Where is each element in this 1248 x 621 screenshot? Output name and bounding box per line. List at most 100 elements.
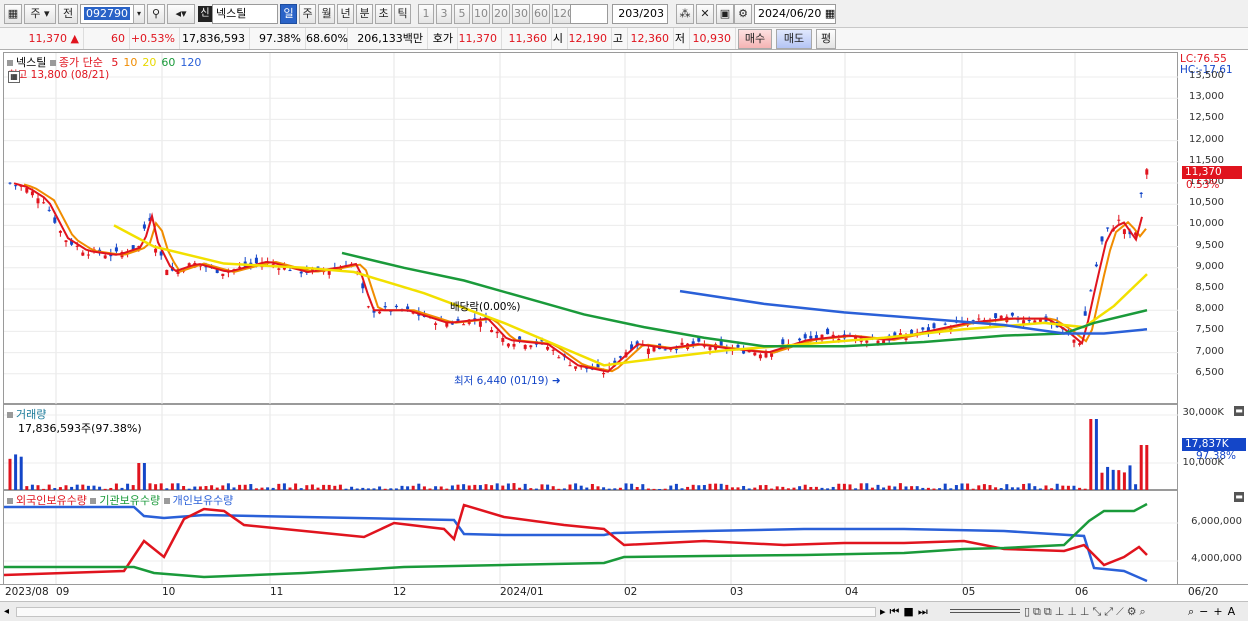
zoom-slider[interactable] — [950, 609, 1020, 613]
candle-body — [680, 342, 684, 345]
candle-body — [58, 230, 62, 233]
candle-body — [103, 255, 107, 259]
code-dropdown-icon[interactable]: ▾ — [133, 4, 145, 24]
interval-button[interactable]: 20 — [492, 4, 510, 24]
interval-button[interactable]: 10 — [472, 4, 490, 24]
interval-button[interactable]: 5 — [454, 4, 470, 24]
candle-body — [42, 202, 46, 204]
panel-calendar-icon[interactable]: ▦ — [8, 71, 20, 83]
interval-button[interactable]: 60 — [532, 4, 550, 24]
crosshair-icon[interactable]: ✕ — [696, 4, 714, 24]
legend-square-icon — [90, 498, 97, 504]
candle-body — [736, 344, 740, 348]
candle-body — [753, 352, 757, 356]
quote-change: 60 — [84, 28, 130, 49]
volume-panel[interactable]: 거래량 17,836,593주(97.38%) — [3, 404, 1179, 491]
count-field[interactable]: 203/203 — [612, 4, 668, 24]
price-value: 11,370 — [28, 32, 68, 45]
candle-body — [277, 268, 281, 270]
holding-panel[interactable]: 외국인보유수량 기관보유수량 개인보유수량 — [3, 490, 1179, 587]
candle-body — [568, 365, 572, 367]
candle-body — [826, 328, 830, 335]
candle-body — [75, 245, 79, 247]
candle-body — [674, 349, 678, 351]
legend-ma-period: 60 — [161, 56, 176, 69]
eval-button[interactable]: 평 — [816, 29, 836, 49]
period-button[interactable]: 초 — [375, 4, 392, 24]
horizontal-scrollbar[interactable] — [16, 607, 876, 617]
candle-body — [781, 339, 785, 345]
volume-bar — [1106, 466, 1110, 491]
candle-body — [932, 323, 936, 329]
price-panel[interactable]: 넥스틸 종가 단순 5 10 20 60 120 최고 13,800 (08/21) ▦… — [3, 52, 1179, 405]
bottom-bar: ◂ ▸⏮■⏭ ▯⧉⧉⊥⊥⊥⤡⤢⟋⚙⌕ ⌕−+A — [0, 601, 1248, 621]
chart-menu-icon[interactable]: ▦ — [4, 4, 22, 24]
nav-controls-icon[interactable]: ▸⏮■⏭ — [880, 605, 932, 619]
quote-ask: 11,370 — [458, 28, 502, 49]
minimize-icon[interactable]: ▬ — [1234, 492, 1244, 502]
search-icon[interactable]: ⚲ — [147, 4, 165, 24]
calendar-icon[interactable]: ▦ — [825, 7, 835, 20]
stock-name-field[interactable]: 넥스틸 — [212, 4, 278, 24]
volume-chart[interactable] — [4, 405, 1179, 491]
candle-body — [288, 270, 292, 272]
period-button[interactable]: 일 — [280, 4, 297, 24]
interval-button[interactable]: 1 — [418, 4, 434, 24]
grid-icon[interactable]: ⁂ — [676, 4, 694, 24]
interval-dropdown[interactable] — [570, 4, 608, 24]
legend-square-icon — [7, 498, 13, 504]
candle-body — [809, 335, 813, 339]
legend-individual: 개인보유수량 — [172, 494, 234, 507]
buy-button[interactable]: 매수 — [738, 29, 772, 49]
interval-button[interactable]: 3 — [436, 4, 452, 24]
price-chart[interactable] — [4, 53, 1179, 405]
candle-body — [1010, 312, 1014, 316]
legend-ma-period: 5 — [111, 56, 119, 69]
volume-bar — [1094, 419, 1098, 491]
price-tick: 13,000 — [1189, 91, 1224, 103]
sound-icon[interactable]: ◂▾ — [167, 4, 195, 24]
candle-body — [523, 344, 527, 349]
interval-button[interactable]: 30 — [512, 4, 530, 24]
drawing-tools-icon[interactable]: ▯⧉⧉⊥⊥⊥⤡⤢⟋⚙⌕ — [1024, 605, 1149, 619]
institution-line — [4, 502, 1148, 579]
minimize-icon[interactable]: ▬ — [1234, 406, 1244, 416]
legend-ma-period: 10 — [123, 56, 138, 69]
candle-body — [81, 252, 85, 256]
candle-body — [1072, 339, 1076, 343]
candle-body — [764, 353, 768, 358]
period-button[interactable]: 월 — [318, 4, 335, 24]
stock-code-value: 092790 — [84, 7, 130, 20]
period-button[interactable]: 분 — [356, 4, 373, 24]
candle-body — [378, 311, 382, 314]
zoom-controls-icon[interactable]: ⌕−+A — [1188, 605, 1240, 619]
candle-body — [490, 329, 494, 333]
gear-icon[interactable]: ⚙ — [734, 4, 752, 24]
candle-body — [434, 323, 438, 325]
candle-body — [154, 248, 158, 253]
stock-type-dropdown[interactable]: 주 ▾ — [24, 4, 56, 24]
period-button[interactable]: 틱 — [394, 4, 411, 24]
volume-bar — [137, 463, 141, 491]
sell-button[interactable]: 매도 — [776, 29, 812, 49]
price-tick: 9,500 — [1195, 239, 1224, 251]
candle-body — [708, 347, 712, 350]
date-field[interactable]: 2024/06/20 ▦ — [754, 4, 836, 24]
period-button[interactable]: 주 — [299, 4, 316, 24]
volume-tick: 30,000K — [1182, 407, 1224, 418]
candle-body — [86, 254, 90, 256]
quote-low: 10,930 — [690, 28, 736, 49]
candle-body — [921, 327, 925, 330]
candle-body — [994, 313, 998, 318]
x-axis-label: 06 — [1075, 586, 1089, 598]
period-button[interactable]: 년 — [337, 4, 354, 24]
candle-body — [299, 271, 303, 274]
prev-button[interactable]: 전 — [58, 4, 78, 24]
save-icon[interactable]: ▣ — [716, 4, 734, 24]
scroll-left-icon[interactable]: ◂ — [4, 606, 9, 617]
candle-body — [770, 353, 774, 357]
quote-change-pct: +0.53% — [130, 28, 180, 49]
interval-button[interactable]: 120 — [552, 4, 574, 24]
legend-institution: 기관보유수량 — [99, 494, 161, 507]
candle-body — [1094, 264, 1098, 267]
